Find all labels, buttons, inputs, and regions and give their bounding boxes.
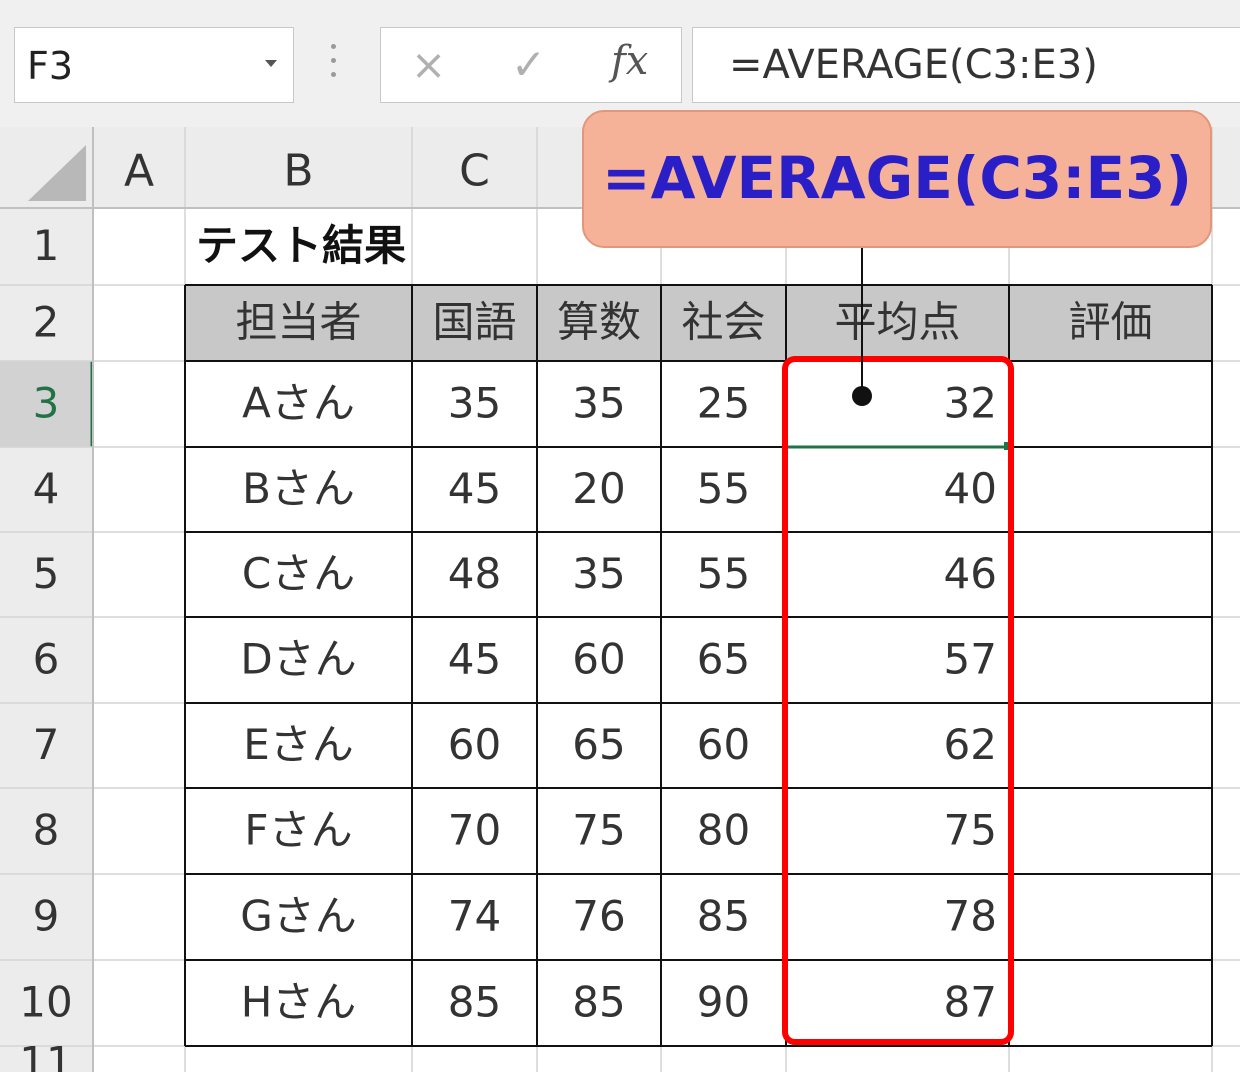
score-cell[interactable]: 80 [697, 806, 750, 855]
score-cell[interactable]: 74 [448, 892, 501, 941]
header-cell[interactable]: 評価 [1068, 298, 1152, 347]
score-cell[interactable]: 48 [448, 549, 501, 598]
row-header-7[interactable]: 7 [33, 720, 60, 769]
name-box-dropdown-icon[interactable] [265, 60, 277, 67]
cancel-icon[interactable]: × [411, 40, 446, 89]
average-cell[interactable]: 75 [944, 806, 997, 855]
header-cell[interactable]: 算数 [557, 298, 641, 347]
formula-bar-resize-icon[interactable] [328, 44, 338, 84]
score-cell[interactable]: 65 [572, 720, 625, 769]
name-box[interactable]: F3 [14, 27, 294, 103]
average-cell[interactable]: 78 [944, 892, 997, 941]
name-cell[interactable]: Bさん [242, 464, 355, 513]
enter-icon[interactable]: ✓ [511, 40, 546, 89]
table-title: テスト結果 [196, 221, 406, 270]
header-cell[interactable]: 社会 [681, 298, 765, 347]
score-cell[interactable]: 45 [448, 464, 501, 513]
score-cell[interactable]: 85 [697, 892, 750, 941]
formula-bar-buttons: × ✓ fx [380, 27, 682, 103]
row-header-3[interactable]: 3 [33, 379, 60, 428]
score-cell[interactable]: 85 [572, 978, 625, 1027]
score-cell[interactable]: 55 [697, 464, 750, 513]
score-cell[interactable]: 45 [448, 635, 501, 684]
score-cell[interactable]: 76 [572, 892, 625, 941]
name-cell[interactable]: Gさん [240, 892, 357, 941]
average-cell[interactable]: 87 [944, 978, 997, 1027]
name-cell[interactable]: Hさん [241, 978, 357, 1027]
average-cell[interactable]: 46 [944, 549, 997, 598]
score-cell[interactable]: 20 [572, 464, 625, 513]
name-cell[interactable]: Fさん [244, 806, 352, 855]
row-header-9[interactable]: 9 [33, 892, 60, 941]
row-header-4[interactable]: 4 [33, 464, 60, 513]
header-cell[interactable]: 担当者 [235, 298, 361, 347]
column-header-b[interactable]: B [283, 146, 313, 197]
formula-callout: =AVERAGE(C3:E3) [582, 110, 1212, 248]
formula-bar: F3 × ✓ fx =AVERAGE(C3:E3) [0, 0, 1240, 127]
header-cell[interactable]: 国語 [432, 298, 516, 347]
score-cell[interactable]: 60 [448, 720, 501, 769]
callout-pointer-dot [852, 386, 872, 406]
average-cell[interactable]: 62 [944, 720, 997, 769]
score-cell[interactable]: 55 [697, 549, 750, 598]
header-cell[interactable]: 平均点 [834, 298, 960, 347]
row-header-11[interactable]: 11 [19, 1038, 72, 1072]
score-cell[interactable]: 70 [448, 806, 501, 855]
row-header-6[interactable]: 6 [33, 635, 60, 684]
score-cell[interactable]: 65 [697, 635, 750, 684]
name-cell[interactable]: Eさん [243, 720, 354, 769]
row-header-1[interactable]: 1 [33, 221, 60, 270]
score-cell[interactable]: 60 [697, 720, 750, 769]
column-header-a[interactable]: A [124, 146, 154, 197]
average-cell[interactable]: 40 [944, 464, 997, 513]
score-cell[interactable]: 85 [448, 978, 501, 1027]
insert-function-icon[interactable]: fx [611, 38, 648, 84]
score-cell[interactable]: 75 [572, 806, 625, 855]
row-header-10[interactable]: 10 [19, 978, 72, 1027]
callout-text: =AVERAGE(C3:E3) [602, 144, 1192, 212]
name-box-value: F3 [27, 44, 74, 88]
row-header-5[interactable]: 5 [33, 549, 60, 598]
name-cell[interactable]: Aさん [242, 379, 355, 428]
name-cell[interactable]: Dさん [240, 635, 356, 684]
score-cell[interactable]: 35 [572, 379, 625, 428]
formula-input[interactable]: =AVERAGE(C3:E3) [692, 27, 1240, 103]
column-header-c[interactable]: C [459, 146, 490, 197]
score-cell[interactable]: 90 [697, 978, 750, 1027]
average-cell[interactable]: 57 [944, 635, 997, 684]
grid-canvas[interactable]: ABCDEFG1234567891011テスト結果担当者国語算数社会平均点評価A… [0, 127, 1240, 1072]
average-cell[interactable]: 32 [944, 379, 997, 428]
row-header-8[interactable]: 8 [33, 806, 60, 855]
row-header-2[interactable]: 2 [33, 298, 60, 347]
score-cell[interactable]: 25 [697, 379, 750, 428]
score-cell[interactable]: 35 [448, 379, 501, 428]
formula-text: =AVERAGE(C3:E3) [729, 42, 1098, 88]
name-cell[interactable]: Cさん [242, 549, 355, 598]
score-cell[interactable]: 35 [572, 549, 625, 598]
score-cell[interactable]: 60 [572, 635, 625, 684]
spreadsheet-grid[interactable]: ABCDEFG1234567891011テスト結果担当者国語算数社会平均点評価A… [0, 127, 1240, 1072]
